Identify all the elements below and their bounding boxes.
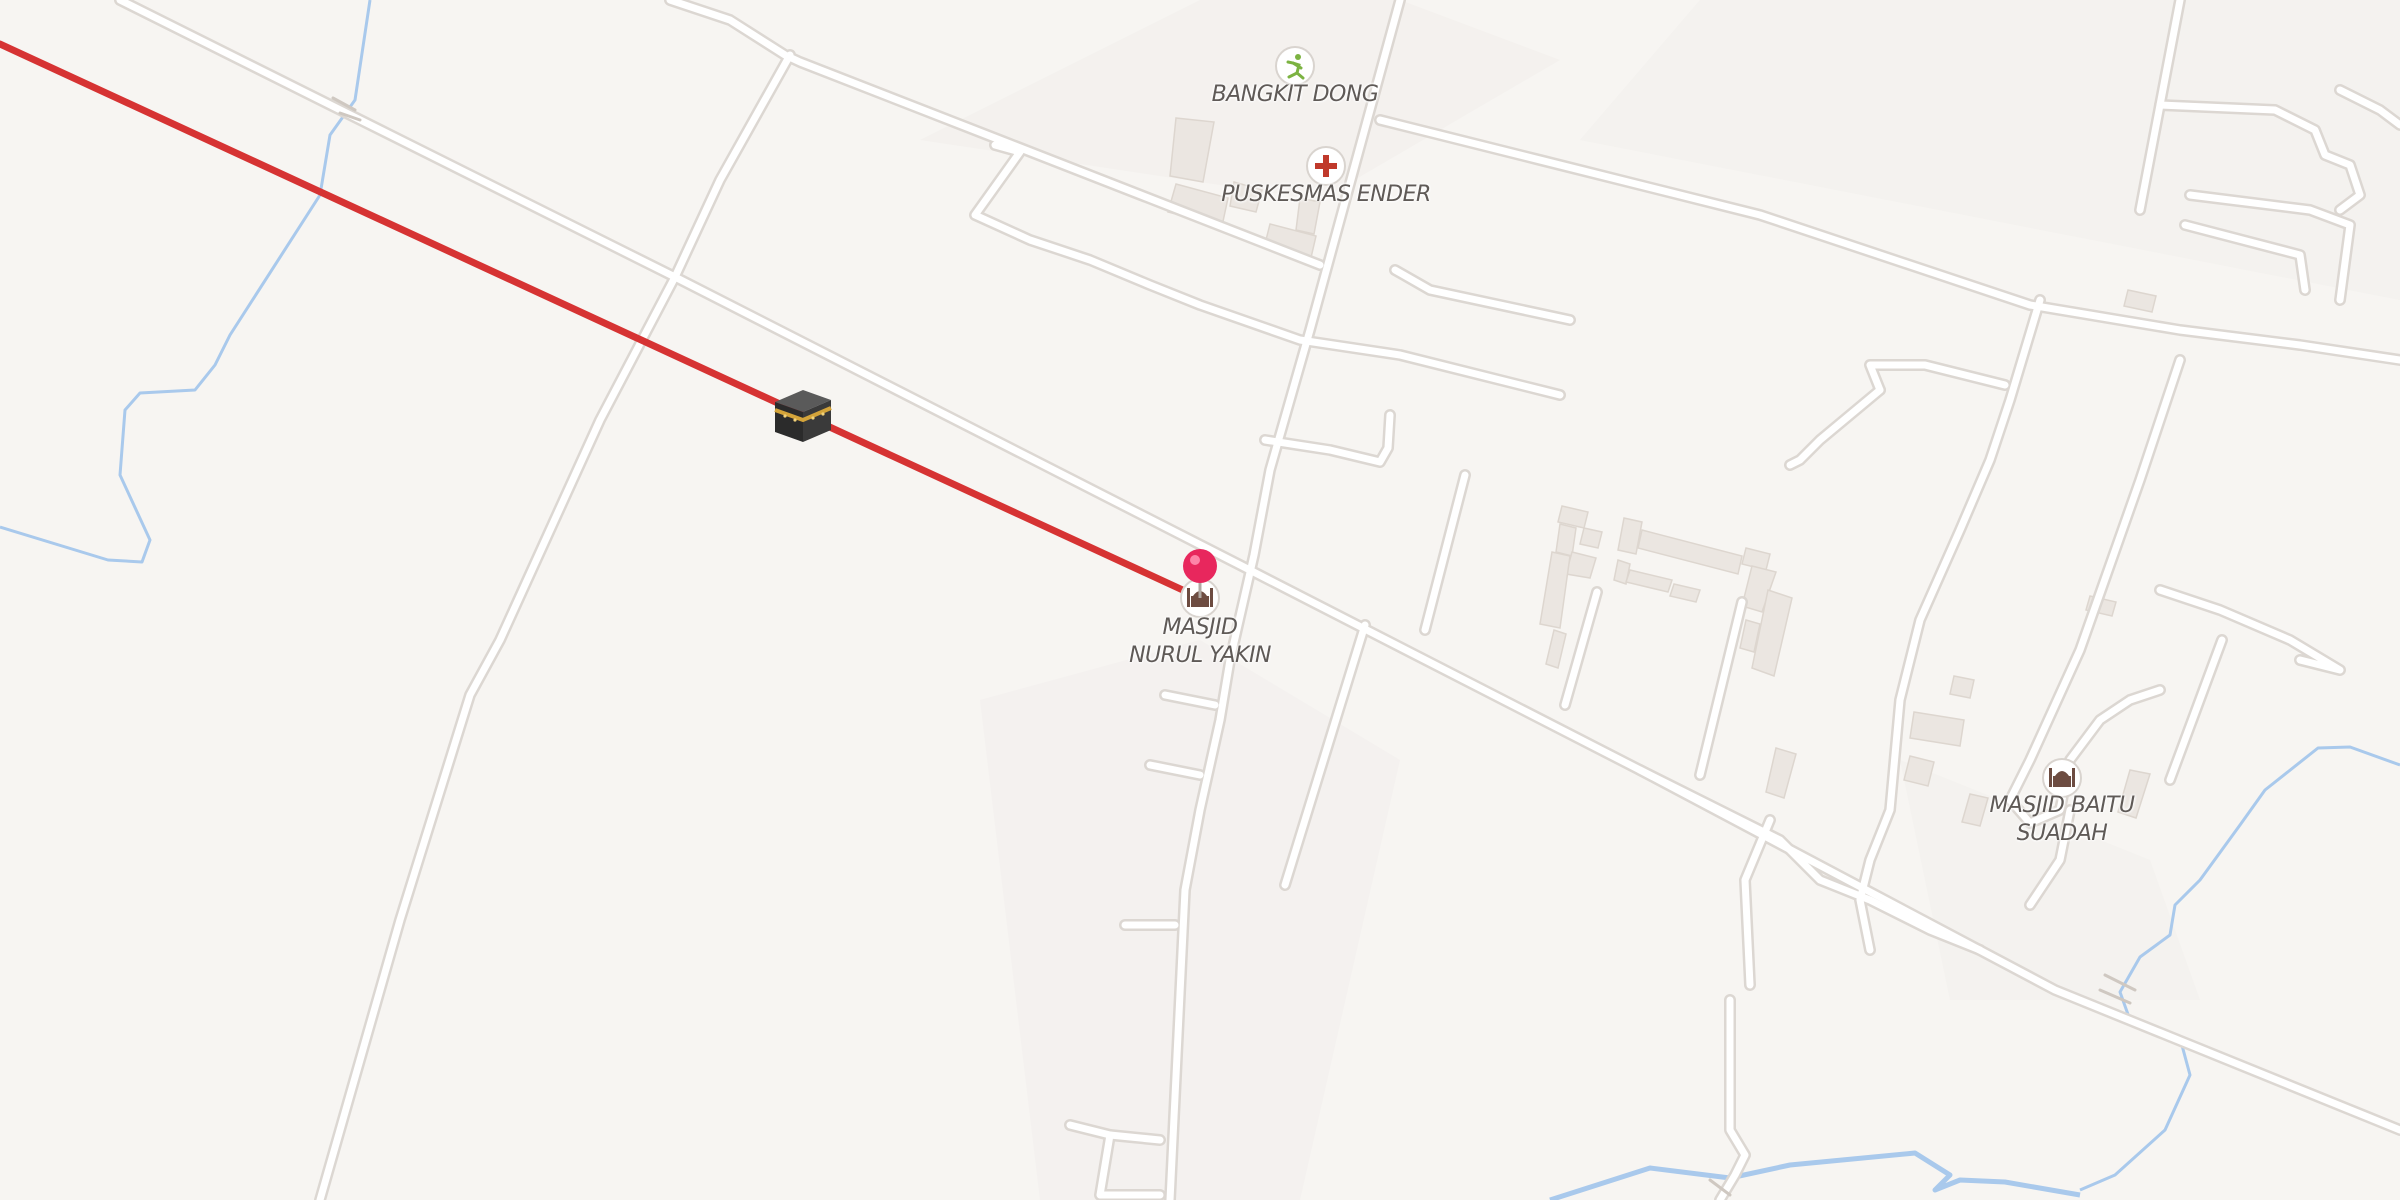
map-canvas[interactable]: BANGKIT DONG PUSKESMAS ENDER MASJID NURU… xyxy=(0,0,2400,1200)
map-basemap xyxy=(0,0,2400,1200)
waterways-thick xyxy=(1549,1150,2081,1200)
poi-label-puskesmas-ender[interactable]: PUSKESMAS ENDER xyxy=(1211,181,1441,209)
poi-label-bangkit-dong[interactable]: BANGKIT DONG xyxy=(1195,81,1395,109)
poi-puskesmas-ender-icon[interactable] xyxy=(1306,146,1346,186)
poi-bangkit-dong-icon[interactable] xyxy=(1275,46,1315,86)
poi-label-masjid-nurul-yakin[interactable]: MASJID NURUL YAKIN xyxy=(1110,614,1290,670)
poi-label-masjid-baitu-suadah[interactable]: MASJID BAITU SUADAH xyxy=(1962,792,2162,848)
kaaba-icon[interactable] xyxy=(774,390,832,442)
